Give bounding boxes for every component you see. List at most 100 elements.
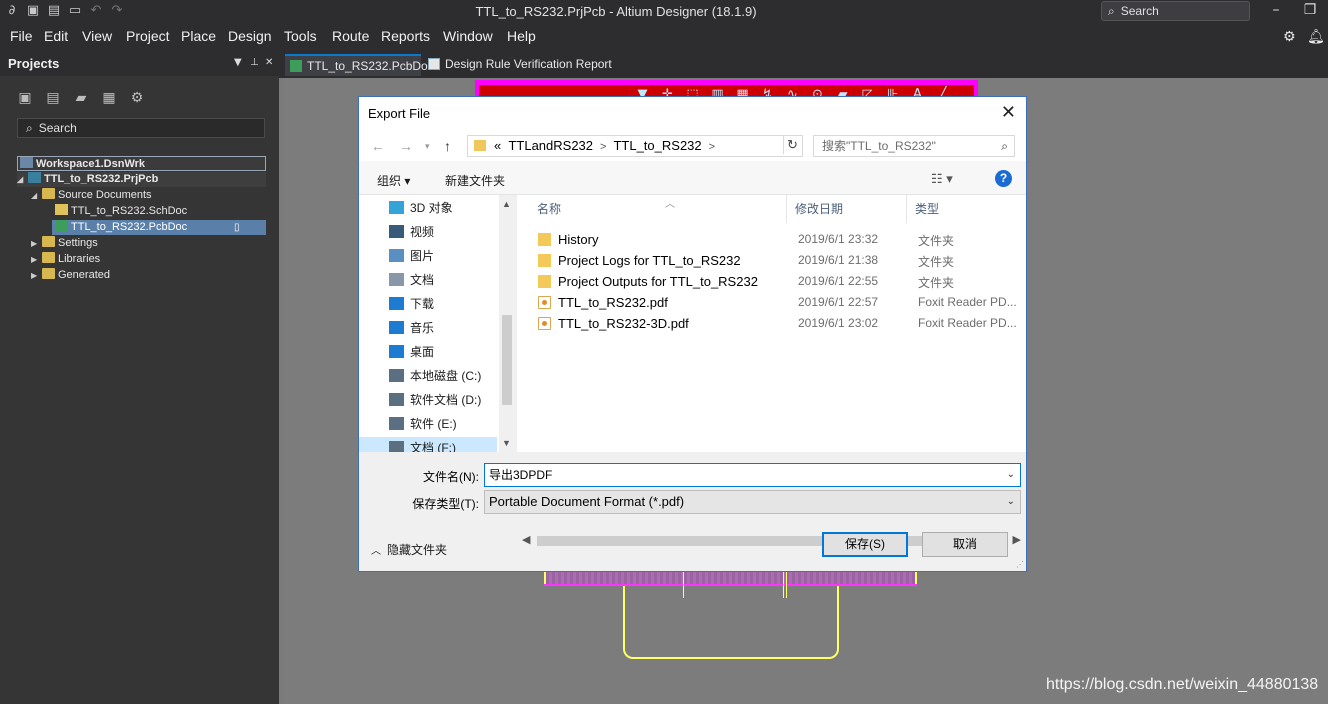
hide-folders-toggle[interactable]: ︿ 隐藏文件夹 <box>371 541 447 558</box>
document-tabs: TTL_to_RS232.PcbDoc Design Rule Verifica… <box>279 50 1328 78</box>
column-header-date[interactable]: 修改日期 <box>787 195 907 223</box>
help-icon[interactable]: ? <box>995 170 1012 187</box>
minimize-button[interactable]: – <box>1266 2 1286 18</box>
nav-item[interactable]: 音乐 <box>389 317 507 339</box>
nav-item[interactable]: 3D 对象 <box>389 197 507 219</box>
save-icon[interactable]: ▣ <box>16 89 34 107</box>
tree-item-schdoc[interactable]: TTL_to_RS232.SchDoc <box>55 204 187 219</box>
nav-item[interactable]: 图片 <box>389 245 507 267</box>
new-folder-button[interactable]: 新建文件夹 <box>445 172 505 189</box>
forward-arrow-icon[interactable]: → <box>399 138 413 154</box>
nav-pane-scrollbar[interactable]: ▲ ▼ <box>499 195 515 452</box>
back-arrow-icon[interactable]: ← <box>371 138 385 154</box>
nav-item[interactable]: 文档 <box>389 269 507 291</box>
nav-item[interactable]: 视频 <box>389 221 507 243</box>
menu-help[interactable]: Help <box>507 28 536 44</box>
chevron-down-icon[interactable]: ⌄ <box>1007 491 1015 513</box>
filetype-select[interactable]: Portable Document Format (*.pdf) ⌄ <box>484 490 1021 514</box>
breadcrumb-segment[interactable]: TTLandRS232 <box>508 138 593 153</box>
cancel-button[interactable]: 取消 <box>922 532 1008 557</box>
expand-arrow-icon[interactable]: ▶ <box>31 268 42 283</box>
menu-file[interactable]: File <box>10 28 33 44</box>
gear-icon[interactable]: ⚙ <box>128 89 146 107</box>
file-row[interactable]: Project Logs for TTL_to_RS232 2019/6/1 21… <box>529 250 1026 271</box>
column-header-type[interactable]: 类型 <box>907 195 1026 223</box>
menu-route[interactable]: Route <box>332 28 369 44</box>
organize-button[interactable]: 组织 ▾ <box>377 172 410 189</box>
3d-objects-icon <box>389 201 404 214</box>
tree-item-project[interactable]: ◢ TTL_to_RS232.PrjPcb <box>17 172 266 187</box>
close-icon[interactable]: ✕ <box>1001 102 1016 123</box>
nav-item[interactable]: 软件文档 (D:) <box>389 389 507 411</box>
save-button[interactable]: 保存(S) <box>822 532 908 557</box>
menu-edit[interactable]: Edit <box>44 28 68 44</box>
chevron-down-icon[interactable]: ⌄ <box>1007 464 1015 486</box>
view-options-icon[interactable]: ☷ ▾ <box>931 171 953 187</box>
projects-search-input[interactable]: ⌕ Search <box>17 118 265 138</box>
scroll-down-icon[interactable]: ▼ <box>502 438 511 448</box>
refresh-icon[interactable]: ↻ <box>783 136 801 154</box>
projects-panel: Projects ▼ ⊥ ✕ ▣ ▤ ▰ ▦ ⚙ ⌕ Search Workspa… <box>0 50 279 704</box>
column-header-name[interactable]: 名称 ︿ <box>529 195 787 223</box>
close-icon[interactable]: ✕ <box>265 57 273 68</box>
collapse-arrow-icon[interactable]: ◢ <box>17 172 28 187</box>
title-search-input[interactable]: ⌕ Search <box>1101 1 1250 21</box>
menu-window[interactable]: Window <box>443 28 493 44</box>
scroll-thumb[interactable] <box>502 315 512 405</box>
recent-locations-icon[interactable]: ▾ <box>425 141 430 152</box>
tree-item-workspace[interactable]: Workspace1.DsnWrk <box>17 156 266 171</box>
menu-design[interactable]: Design <box>228 28 272 44</box>
file-name: TTL_to_RS232-3D.pdf <box>558 316 689 331</box>
tab-pcbdoc[interactable]: TTL_to_RS232.PcbDoc <box>285 54 434 76</box>
tree-item-generated[interactable]: ▶ Generated <box>31 268 110 283</box>
menu-place[interactable]: Place <box>181 28 216 44</box>
breadcrumb-segment[interactable]: TTL_to_RS232 <box>613 138 701 153</box>
chevron-right-icon[interactable]: > <box>600 141 606 153</box>
nav-item[interactable]: 下载 <box>389 293 507 315</box>
pin-icon[interactable]: ⊥ <box>250 57 259 68</box>
file-row[interactable]: TTL_to_RS232.pdf 2019/6/1 22:57 Foxit Read… <box>529 292 1026 313</box>
bell-icon[interactable]: 🔔︎ <box>1307 29 1325 45</box>
file-row[interactable]: Project Outputs for TTL_to_RS232 2019/6/1… <box>529 271 1026 292</box>
gear-icon[interactable]: ⚙ <box>1283 29 1296 45</box>
address-overflow[interactable]: « <box>494 138 501 153</box>
menu-project[interactable]: Project <box>126 28 170 44</box>
tab-drc-report[interactable]: Design Rule Verification Report <box>423 54 623 76</box>
address-bar[interactable]: « TTLandRS232>TTL_to_RS232>⌄ <box>467 135 883 157</box>
compile-icon[interactable]: ▰ <box>72 89 90 107</box>
drive-f-icon <box>389 441 404 452</box>
nav-item-label: 桌面 <box>410 345 435 359</box>
tree-item-settings[interactable]: ▶ Settings <box>31 236 98 251</box>
folder-icon <box>538 254 551 267</box>
expand-arrow-icon[interactable]: ▶ <box>31 236 42 251</box>
menu-reports[interactable]: Reports <box>381 28 430 44</box>
scroll-left-icon[interactable]: ◀ <box>522 533 530 546</box>
nav-item[interactable]: 桌面 <box>389 341 507 363</box>
dialog-search-input[interactable]: 搜索"TTL_to_RS232" ⌕ <box>813 135 1015 157</box>
chevron-right-icon[interactable]: > <box>709 141 715 153</box>
panel-menu-icon[interactable]: ▼ <box>234 57 242 68</box>
tree-item-source-documents[interactable]: ◢ Source Documents <box>31 188 152 203</box>
expand-arrow-icon[interactable]: ▶ <box>31 252 42 267</box>
filename-input[interactable]: 导出3DPDF ⌄ <box>484 463 1021 487</box>
nav-item[interactable]: 本地磁盘 (C:) <box>389 365 507 387</box>
add-folder-icon[interactable]: ▦ <box>100 89 118 107</box>
save-all-icon[interactable]: ▤ <box>44 89 62 107</box>
pcb-icon <box>290 60 302 72</box>
nav-item[interactable]: 文档 (F:) <box>359 437 497 452</box>
resize-grip-icon[interactable]: ⋰ <box>1016 560 1024 569</box>
collapse-arrow-icon[interactable]: ◢ <box>31 188 42 203</box>
tree-item-pcbdoc[interactable]: TTL_to_RS232.PcbDoc ▯ <box>52 220 266 235</box>
scroll-up-icon[interactable]: ▲ <box>502 199 511 209</box>
file-name: TTL_to_RS232.pdf <box>558 295 668 310</box>
file-row[interactable]: TTL_to_RS232-3D.pdf 2019/6/1 23:02 Foxit R… <box>529 313 1026 334</box>
menu-view[interactable]: View <box>82 28 112 44</box>
menu-tools[interactable]: Tools <box>284 28 317 44</box>
file-row[interactable]: History 2019/6/1 23:32 文件夹 <box>529 229 1026 250</box>
up-arrow-icon[interactable]: ↑ <box>444 138 451 154</box>
tree-item-libraries[interactable]: ▶ Libraries <box>31 252 100 267</box>
restore-button[interactable]: ❐ <box>1300 2 1320 18</box>
folder-icon <box>42 236 55 247</box>
nav-item[interactable]: 软件 (E:) <box>389 413 507 435</box>
scroll-right-icon[interactable]: ▶ <box>1013 533 1021 546</box>
